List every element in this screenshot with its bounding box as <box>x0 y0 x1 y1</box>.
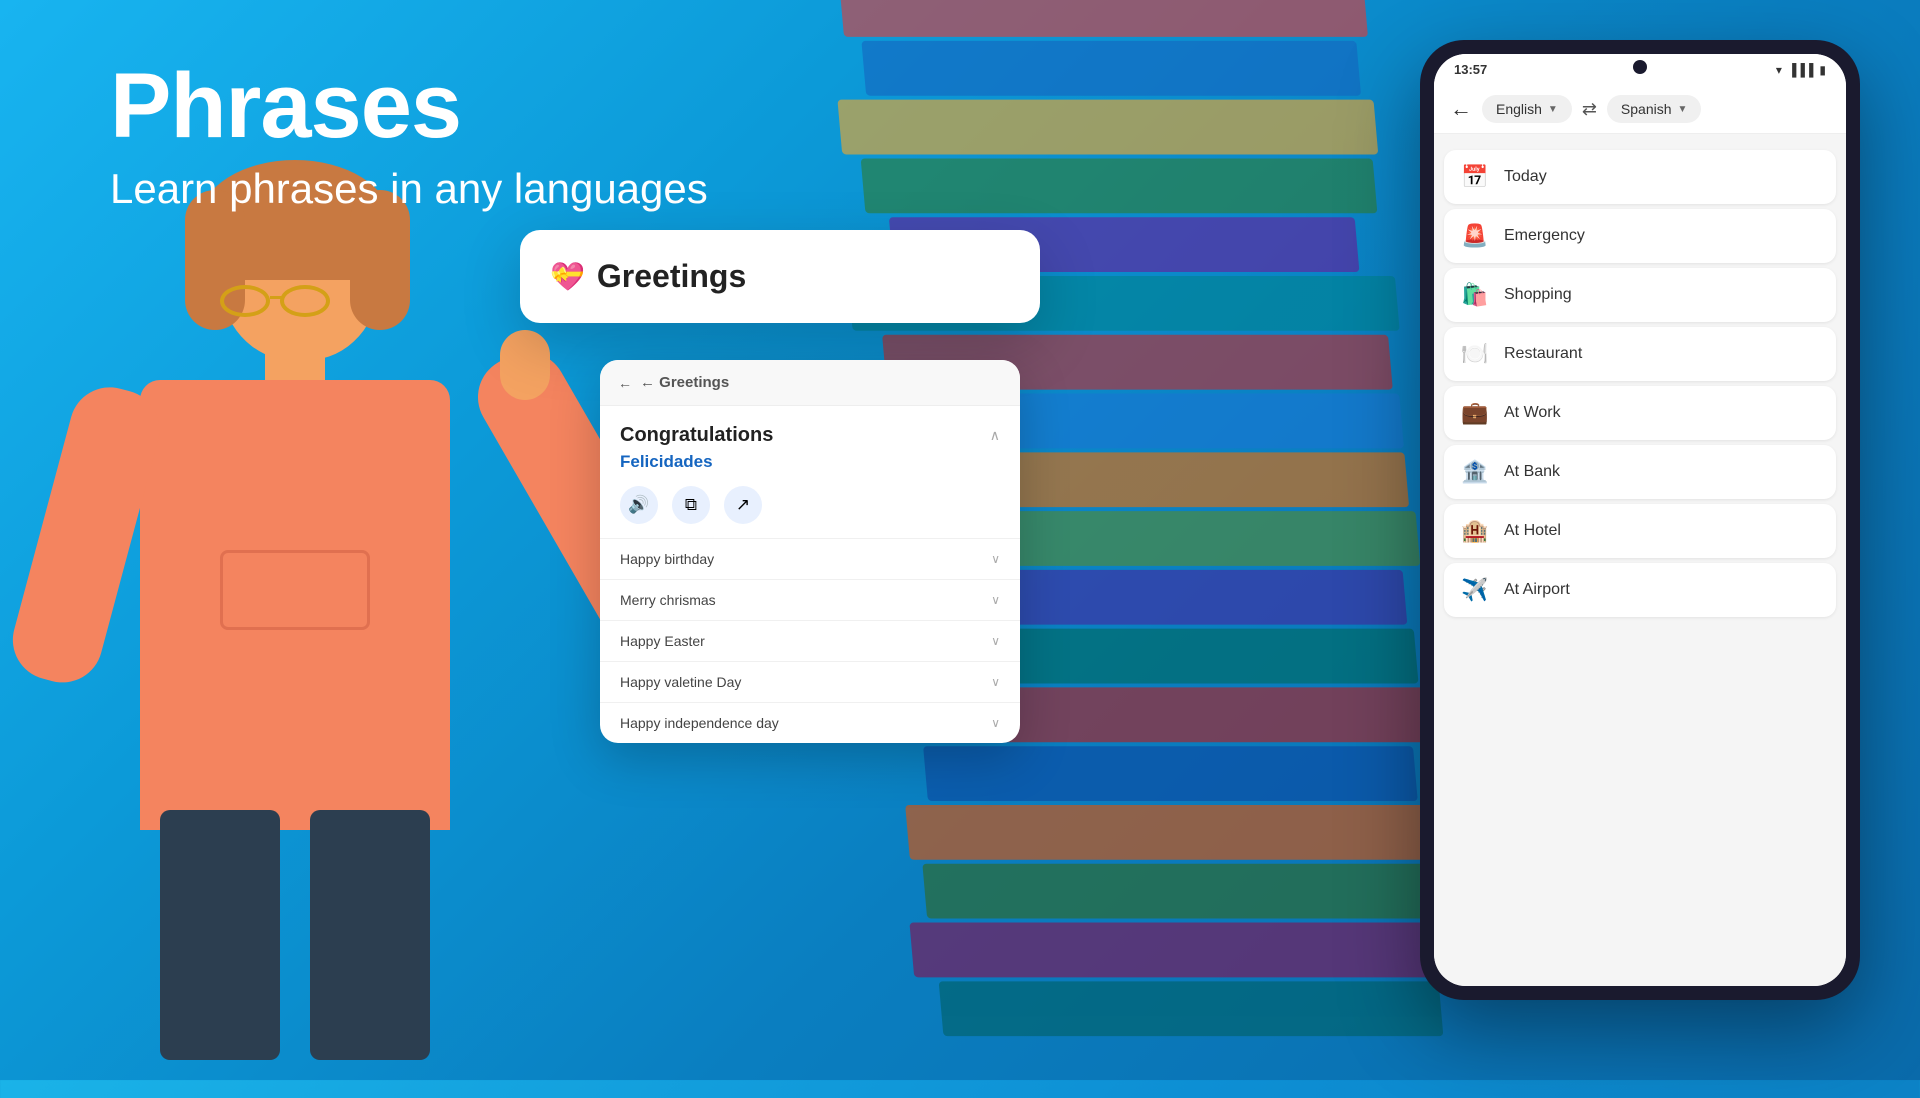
today-label: Today <box>1504 168 1547 186</box>
chevron-icon: ∨ <box>991 593 1000 607</box>
hero-text-area: Phrases Learn phrases in any languages <box>110 60 708 217</box>
phrase-header-row: Congratulations ∧ <box>620 424 1000 447</box>
lang-from-label: English <box>1496 101 1542 117</box>
at-bank-icon: 🏦 <box>1460 459 1490 485</box>
category-shopping[interactable]: 🛍️ Shopping <box>1444 268 1836 322</box>
at-hotel-label: At Hotel <box>1504 522 1561 540</box>
sub-phrase-label: Happy Easter <box>620 633 705 649</box>
list-item[interactable]: Merry chrismas ∨ <box>600 579 1020 620</box>
lang-from-dropdown-icon: ▼ <box>1548 104 1558 115</box>
wifi-icon: ▾ <box>1776 63 1782 77</box>
chevron-icon: ∨ <box>991 716 1000 730</box>
card-header-label: ← Greetings <box>640 374 729 391</box>
at-work-label: At Work <box>1504 404 1561 422</box>
list-item[interactable]: Happy birthday ∨ <box>600 538 1020 579</box>
greetings-panel-icon: 💝 <box>550 260 585 293</box>
hero-title: Phrases <box>110 60 708 152</box>
phrase-english: Congratulations <box>620 424 773 447</box>
at-airport-label: At Airport <box>1504 581 1570 599</box>
restaurant-icon: 🍽️ <box>1460 341 1490 367</box>
at-hotel-icon: 🏨 <box>1460 518 1490 544</box>
hero-subtitle: Learn phrases in any languages <box>110 162 708 217</box>
greetings-detail-card: ← ← Greetings Congratulations ∧ Felicida… <box>600 360 1020 743</box>
emergency-label: Emergency <box>1504 227 1585 245</box>
lang-to-dropdown-icon: ▼ <box>1678 104 1688 115</box>
category-at-bank[interactable]: 🏦 At Bank <box>1444 445 1836 499</box>
phone-frame: 13:57 ▾ ▐▐▐ ▮ ← English ▼ ⇄ Spanish ▼ <box>1420 40 1860 1000</box>
shopping-icon: 🛍️ <box>1460 282 1490 308</box>
congratulations-section: Congratulations ∧ Felicidades 🔊 ⧉ ↗ <box>600 406 1020 538</box>
chevron-icon: ∨ <box>991 634 1000 648</box>
swap-languages-button[interactable]: ⇄ <box>1582 99 1597 120</box>
today-icon: 📅 <box>1460 164 1490 190</box>
category-at-airport[interactable]: ✈️ At Airport <box>1444 563 1836 617</box>
restaurant-label: Restaurant <box>1504 345 1582 363</box>
category-at-hotel[interactable]: 🏨 At Hotel <box>1444 504 1836 558</box>
phone-nav-bar: ← English ▼ ⇄ Spanish ▼ <box>1434 85 1846 134</box>
sub-phrase-label: Merry chrismas <box>620 592 716 608</box>
panel-title: 💝 Greetings <box>550 258 1010 295</box>
sub-phrase-label: Happy valetine Day <box>620 674 741 690</box>
phrase-spanish: Felicidades <box>620 452 1000 472</box>
copy-button[interactable]: ⧉ <box>672 486 710 524</box>
greetings-panel: 💝 Greetings <box>520 230 1040 323</box>
person-illustration <box>80 130 560 1080</box>
chevron-icon: ∨ <box>991 675 1000 689</box>
phone-screen: 13:57 ▾ ▐▐▐ ▮ ← English ▼ ⇄ Spanish ▼ <box>1434 54 1846 986</box>
emergency-icon: 🚨 <box>1460 223 1490 249</box>
at-bank-label: At Bank <box>1504 463 1560 481</box>
sound-button[interactable]: 🔊 <box>620 486 658 524</box>
phrase-actions: 🔊 ⧉ ↗ <box>620 486 1000 524</box>
card-header: ← ← Greetings <box>600 360 1020 406</box>
list-item[interactable]: Happy valetine Day ∨ <box>600 661 1020 702</box>
category-today[interactable]: 📅 Today <box>1444 150 1836 204</box>
share-button[interactable]: ↗ <box>724 486 762 524</box>
card-back-arrow[interactable]: ← <box>618 375 632 391</box>
sub-phrases-list: Happy birthday ∨ Merry chrismas ∨ Happy … <box>600 538 1020 743</box>
expand-icon[interactable]: ∧ <box>990 427 1000 444</box>
chevron-icon: ∨ <box>991 552 1000 566</box>
category-emergency[interactable]: 🚨 Emergency <box>1444 209 1836 263</box>
list-item[interactable]: Happy Easter ∨ <box>600 620 1020 661</box>
at-airport-icon: ✈️ <box>1460 577 1490 603</box>
language-from-pill[interactable]: English ▼ <box>1482 95 1572 123</box>
category-at-work[interactable]: 💼 At Work <box>1444 386 1836 440</box>
sub-phrase-label: Happy birthday <box>620 551 714 567</box>
categories-list: 📅 Today 🚨 Emergency 🛍️ Shopping 🍽️ Resta… <box>1434 134 1846 986</box>
status-time: 13:57 <box>1454 62 1487 77</box>
status-icons: ▾ ▐▐▐ ▮ <box>1776 63 1826 77</box>
signal-icon: ▐▐▐ <box>1788 63 1814 77</box>
language-to-pill[interactable]: Spanish ▼ <box>1607 95 1702 123</box>
phone-device: 13:57 ▾ ▐▐▐ ▮ ← English ▼ ⇄ Spanish ▼ <box>1420 40 1860 1000</box>
sub-phrase-label: Happy independence day <box>620 715 779 731</box>
back-button[interactable]: ← <box>1450 96 1472 122</box>
at-work-icon: 💼 <box>1460 400 1490 426</box>
list-item[interactable]: Happy independence day ∨ <box>600 702 1020 743</box>
lang-to-label: Spanish <box>1621 101 1672 117</box>
category-restaurant[interactable]: 🍽️ Restaurant <box>1444 327 1836 381</box>
shopping-label: Shopping <box>1504 286 1572 304</box>
battery-icon: ▮ <box>1819 63 1826 77</box>
phone-camera <box>1633 60 1647 74</box>
